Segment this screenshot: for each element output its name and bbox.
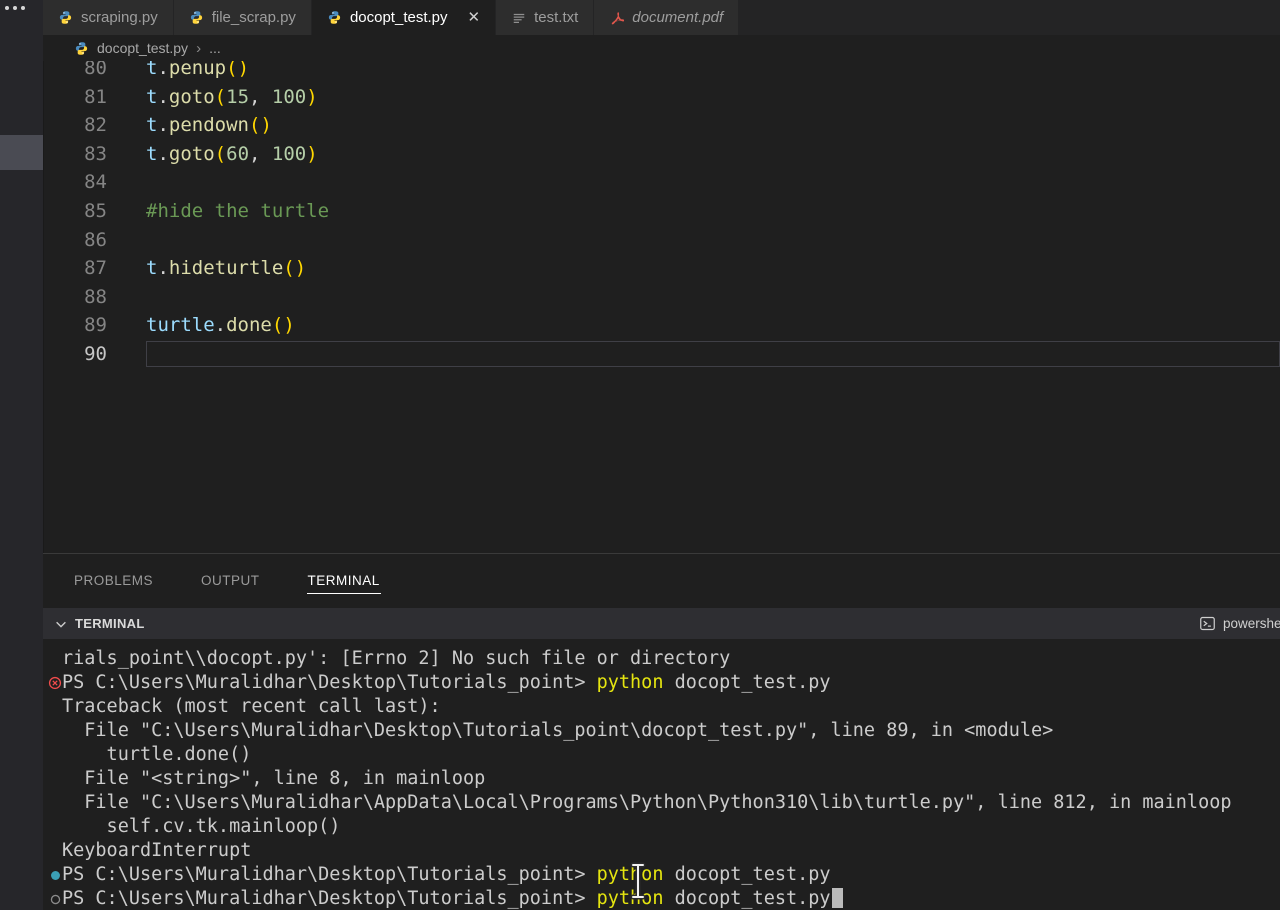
code-line-82[interactable]: 82 t.pendown() bbox=[43, 111, 1280, 140]
code-editor[interactable]: 80t.penup()81t.goto(15, 100)82t.pendown(… bbox=[43, 0, 1280, 553]
code-text: t.hideturtle() bbox=[146, 254, 1280, 283]
shell-label: powershell bbox=[1223, 616, 1280, 631]
terminal-line: PS C:\Users\Muralidhar\Desktop\Tutorials… bbox=[62, 671, 1280, 695]
terminal-line: rials_point\\docopt.py': [Errno 2] No su… bbox=[62, 647, 1280, 671]
panel-tab-terminal[interactable]: TERMINAL bbox=[307, 568, 381, 594]
terminal-line: PS C:\Users\Muralidhar\Desktop\Tutorials… bbox=[62, 887, 1280, 910]
code-line-90[interactable]: 90 bbox=[43, 340, 1280, 369]
terminal-title: TERMINAL bbox=[75, 616, 145, 631]
current-line-highlight bbox=[146, 341, 1280, 367]
breadcrumb[interactable]: docopt_test.py › ... bbox=[43, 35, 1280, 61]
breadcrumb-separator-icon: › bbox=[196, 40, 201, 57]
python-icon bbox=[74, 41, 89, 56]
code-text: t.goto(60, 100) bbox=[146, 140, 1280, 169]
code-line-88[interactable]: 88 bbox=[43, 283, 1280, 312]
code-line-85[interactable]: 85 #hide the turtle bbox=[43, 197, 1280, 226]
terminal-section-header: TERMINAL powershell bbox=[43, 608, 1280, 639]
breadcrumb-more[interactable]: ... bbox=[209, 40, 221, 56]
line-number: 84 bbox=[43, 168, 107, 197]
editor-group: scraping.pyfile_scrap.pydocopt_test.py✕t… bbox=[43, 0, 1280, 910]
terminal-line: PS C:\Users\Muralidhar\Desktop\Tutorials… bbox=[62, 863, 1280, 887]
code-text: turtle.done() bbox=[146, 311, 1280, 340]
panel-tab-problems[interactable]: PROBLEMS bbox=[73, 568, 154, 594]
code-text: #hide the turtle bbox=[146, 197, 1280, 226]
panel-tab-output[interactable]: OUTPUT bbox=[200, 568, 261, 594]
terminal-line: turtle.done() bbox=[62, 743, 1280, 767]
terminal-line: KeyboardInterrupt bbox=[62, 839, 1280, 863]
line-number: 89 bbox=[43, 311, 107, 340]
breadcrumb-file[interactable]: docopt_test.py bbox=[97, 40, 188, 56]
terminal-cursor bbox=[832, 888, 843, 908]
code-text: t.pendown() bbox=[146, 111, 1280, 140]
command-decoration-running-icon[interactable] bbox=[48, 863, 62, 887]
terminal-line: File "C:\Users\Muralidhar\AppData\Local\… bbox=[62, 791, 1280, 815]
terminal-line: Traceback (most recent call last): bbox=[62, 695, 1280, 719]
activity-rail bbox=[0, 0, 44, 910]
line-number: 88 bbox=[43, 283, 107, 312]
panel-tab-bar: PROBLEMS OUTPUT TERMINAL bbox=[43, 554, 1280, 607]
code-text: t.goto(15, 100) bbox=[146, 83, 1280, 112]
terminal-line: File "C:\Users\Muralidhar\Desktop\Tutori… bbox=[62, 719, 1280, 743]
line-number: 83 bbox=[43, 140, 107, 169]
terminal-shell-badge[interactable]: powershell bbox=[1200, 608, 1280, 639]
scrollbar-thumb[interactable] bbox=[0, 135, 43, 170]
code-line-89[interactable]: 89 turtle.done() bbox=[43, 311, 1280, 340]
code-line-83[interactable]: 83 t.goto(60, 100) bbox=[43, 140, 1280, 169]
powershell-icon bbox=[1200, 616, 1215, 631]
code-line-86[interactable]: 86 bbox=[43, 226, 1280, 255]
code-line-81[interactable]: 81 t.goto(15, 100) bbox=[43, 83, 1280, 112]
more-actions-icon[interactable] bbox=[5, 6, 25, 10]
line-number: 82 bbox=[43, 111, 107, 140]
line-number: 87 bbox=[43, 254, 107, 283]
terminal-line: self.cv.tk.mainloop() bbox=[62, 815, 1280, 839]
bottom-panel: PROBLEMS OUTPUT TERMINAL TERMINAL powershe… bbox=[43, 553, 1280, 910]
line-number: 85 bbox=[43, 197, 107, 226]
chevron-down-icon[interactable] bbox=[53, 616, 68, 631]
terminal-line: File "<string>", line 8, in mainloop bbox=[62, 767, 1280, 791]
line-number: 90 bbox=[43, 340, 107, 369]
code-line-84[interactable]: 84 bbox=[43, 168, 1280, 197]
line-number: 81 bbox=[43, 83, 107, 112]
terminal-output[interactable]: rials_point\\docopt.py': [Errno 2] No su… bbox=[43, 639, 1280, 910]
command-decoration-pending-icon[interactable] bbox=[48, 887, 62, 910]
vscode-window: scraping.pyfile_scrap.pydocopt_test.py✕t… bbox=[0, 0, 1280, 910]
line-number: 86 bbox=[43, 226, 107, 255]
command-decoration-error-icon[interactable] bbox=[48, 671, 62, 695]
code-line-87[interactable]: 87 t.hideturtle() bbox=[43, 254, 1280, 283]
